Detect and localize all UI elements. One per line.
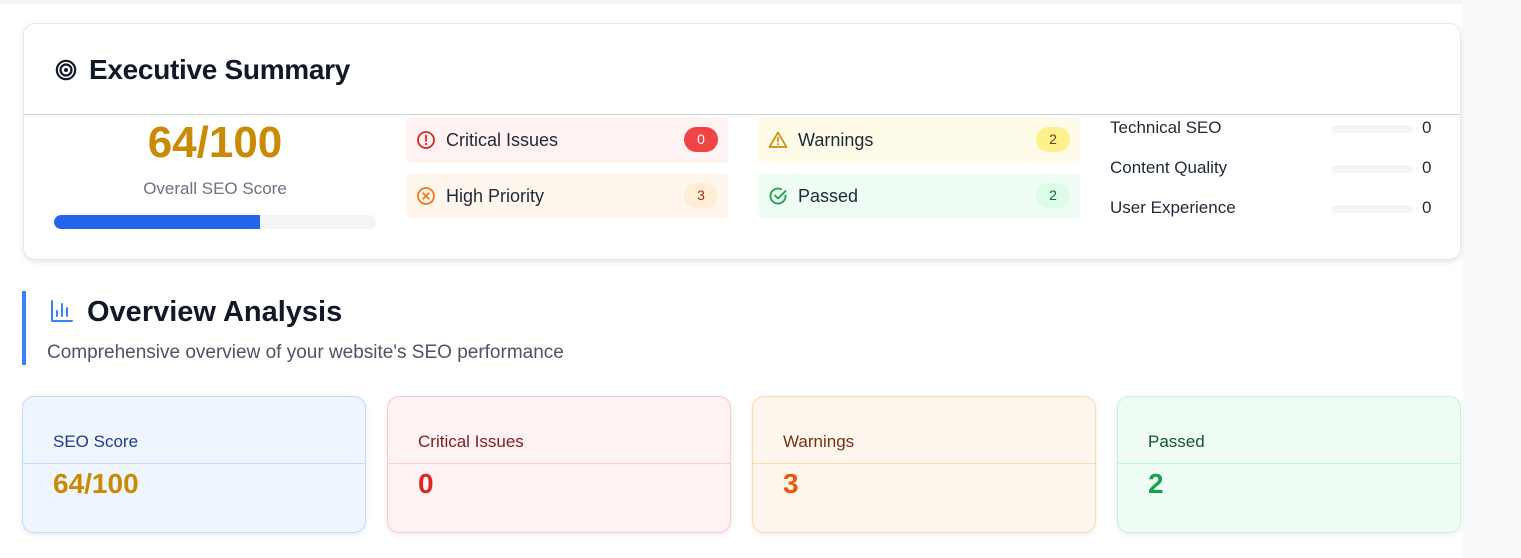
overall-score-label: Overall SEO Score xyxy=(143,179,287,198)
critical-issues-summary[interactable]: Critical Issues 0 xyxy=(406,117,728,163)
critical-issues-label: Critical Issues xyxy=(446,130,559,150)
metric-row-content-quality: Content Quality 0 xyxy=(1110,158,1440,182)
executive-summary-title: Executive Summary xyxy=(89,54,351,85)
warnings-label: Warnings xyxy=(798,130,874,150)
card-value: 0 xyxy=(418,468,434,499)
overview-analysis-title: Overview Analysis xyxy=(87,296,343,328)
metric-label: Content Quality xyxy=(1110,158,1228,177)
metric-row-technical-seo: Technical SEO 0 xyxy=(1110,118,1440,142)
card-divider xyxy=(388,463,730,464)
metric-progress-bar xyxy=(1332,205,1413,213)
card-value: 64/100 xyxy=(53,468,139,499)
section-accent-bar xyxy=(22,291,26,365)
executive-summary-card: Executive Summary 64/100 Overall SEO Sco… xyxy=(23,23,1461,260)
warnings-summary[interactable]: Warnings 2 xyxy=(758,117,1080,163)
bar-chart-icon xyxy=(51,300,73,322)
passed-label: Passed xyxy=(798,186,859,206)
passed-count-badge: 2 xyxy=(1036,183,1070,208)
metric-value: 0 xyxy=(1422,158,1432,177)
card-label: SEO Score xyxy=(53,432,139,451)
metric-progress-bar xyxy=(1332,165,1413,173)
card-divider xyxy=(23,463,365,464)
target-icon xyxy=(55,59,77,81)
metric-value: 0 xyxy=(1422,118,1432,137)
warnings-count-badge: 2 xyxy=(1036,127,1070,152)
top-divider xyxy=(0,0,1462,4)
card-divider xyxy=(1118,463,1460,464)
overall-score-progress-bar xyxy=(54,215,376,229)
metric-label: Technical SEO xyxy=(1110,118,1222,137)
metric-row-user-experience: User Experience 0 xyxy=(1110,198,1440,222)
card-value: 3 xyxy=(783,468,799,499)
alert-circle-icon xyxy=(417,131,435,149)
metric-value: 0 xyxy=(1422,198,1432,217)
high-priority-label: High Priority xyxy=(446,186,545,206)
card-value: 2 xyxy=(1148,468,1164,499)
card-divider xyxy=(753,463,1095,464)
high-priority-count-badge: 3 xyxy=(684,183,718,208)
overall-score-value: 64/100 xyxy=(147,118,283,167)
high-priority-summary[interactable]: High Priority 3 xyxy=(406,173,728,219)
x-circle-icon xyxy=(417,187,435,205)
metric-label: User Experience xyxy=(1110,198,1236,217)
report-page: Executive Summary 64/100 Overall SEO Sco… xyxy=(0,0,1462,558)
card-label: Passed xyxy=(1148,432,1205,451)
metric-progress-bar xyxy=(1332,125,1413,133)
warnings-card[interactable]: Warnings 3 xyxy=(752,396,1096,533)
card-label: Warnings xyxy=(783,432,855,451)
passed-card[interactable]: Passed 2 xyxy=(1117,396,1461,533)
executive-summary-header: Executive Summary xyxy=(24,24,1460,115)
warning-triangle-icon xyxy=(768,131,788,148)
overall-score-progress-fill xyxy=(54,215,261,229)
seo-score-card[interactable]: SEO Score 64/100 xyxy=(22,396,366,533)
critical-issues-count-badge: 0 xyxy=(684,127,718,152)
passed-summary[interactable]: Passed 2 xyxy=(758,173,1080,219)
critical-issues-card[interactable]: Critical Issues 0 xyxy=(387,396,731,533)
overview-analysis-subtitle: Comprehensive overview of your website's… xyxy=(47,342,564,363)
card-label: Critical Issues xyxy=(418,432,524,451)
check-circle-icon xyxy=(769,187,787,205)
